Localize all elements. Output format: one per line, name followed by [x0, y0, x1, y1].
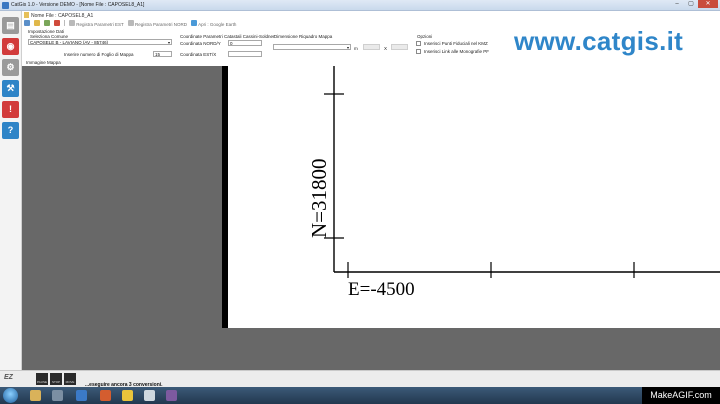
status-bar: EZ PAUSE STOP MOVE ...eseguire ancora 3 … [0, 370, 720, 388]
est-label: Coordinata EST/X [180, 52, 217, 57]
globe-icon: ◉ [6, 41, 15, 51]
sidebar-help-button[interactable]: ? [2, 122, 19, 139]
chevron-down-icon: ▾ [167, 40, 170, 45]
pause-button[interactable]: PAUSE [36, 373, 48, 385]
explorer-icon[interactable] [30, 390, 41, 401]
register-est-button[interactable]: Registra Parametri EST [69, 19, 124, 27]
firefox-icon[interactable] [100, 390, 111, 401]
save-icon[interactable] [44, 20, 50, 26]
nord-label: Coordinata NORD/Y [180, 41, 221, 46]
map-section-label: Immagine Mappa [26, 60, 61, 65]
map-image: N=31800 E=-4500 [228, 66, 720, 328]
settings-icon: ⚙ [6, 62, 15, 72]
app-icon[interactable] [52, 390, 63, 401]
sidebar-table-button[interactable]: ▤ [2, 17, 19, 34]
option-checkbox-kmz[interactable] [416, 41, 421, 46]
open-icon[interactable] [34, 20, 40, 26]
recorder-controls: PAUSE STOP MOVE [36, 373, 76, 385]
nord-value: 0 [230, 41, 233, 46]
sidebar-globe-button[interactable]: ◉ [2, 38, 19, 55]
new-icon[interactable] [24, 20, 30, 26]
tools-icon: ⚒ [6, 83, 15, 93]
sidebar-info-button[interactable]: ! [2, 101, 19, 118]
coords-section-label: Coordinate Parametri Catastali Cassini-S… [180, 34, 275, 39]
dimension-width-input[interactable] [363, 44, 380, 50]
brand-url: www.catgis.it [514, 26, 684, 56]
dimension-unit: m [354, 46, 358, 51]
option-label-kmz: Inserisci Punti Fiduciali nel KMZ [424, 41, 488, 46]
watermark: MakeAGIF.com [642, 387, 720, 404]
register-nord-label: Registra Parametri NORD [135, 21, 188, 27]
sidebar-tools-button[interactable]: ⚒ [2, 80, 19, 97]
comune-value: CAPOSELE B - LAVIANO (AV - 85746) [30, 40, 109, 45]
move-button[interactable]: MOVE [64, 373, 76, 385]
option-checkbox-monografie[interactable] [416, 49, 421, 54]
register-icon [69, 19, 75, 26]
minimize-button[interactable]: – [670, 0, 684, 8]
maximize-button[interactable]: ▢ [684, 0, 698, 8]
media-icon[interactable] [166, 390, 177, 401]
foglio-value: 15 [155, 52, 161, 57]
app-icon [2, 2, 9, 9]
options-section-label: Opzioni [417, 34, 433, 39]
chrome-icon[interactable] [122, 390, 133, 401]
help-icon: ? [7, 125, 14, 135]
document-icon [24, 12, 29, 18]
east-coordinate-label: E=-4500 [348, 279, 415, 300]
google-earth-label: Apri : Google Earth [198, 21, 237, 27]
dimension-section-label: Dimensione Riquadro Mappa [274, 34, 333, 39]
window-controls: – ▢ ✕ [670, 0, 718, 8]
dimension-height-input[interactable] [391, 44, 408, 50]
info-icon: ! [9, 104, 12, 114]
register-nord-button[interactable]: Registra Parametri NORD [127, 19, 188, 27]
file-title: Nome File : CAPOSEL8_A1 [24, 12, 93, 19]
google-earth-button[interactable]: Apri : Google Earth [191, 19, 237, 27]
window-titlebar: CatGis 1.0 - Versione DEMO - [Nome File … [0, 0, 720, 11]
delete-icon[interactable] [54, 20, 60, 26]
taskbar [0, 387, 720, 404]
map-drawing: N=31800 E=-4500 [307, 66, 720, 300]
option-label-monografie: Inserisci Link alle Monografie PF [424, 49, 490, 54]
dimension-separator: X [384, 46, 388, 51]
register-est-label: Registra Parametri EST [76, 21, 124, 27]
register-icon [127, 19, 134, 26]
window-title: CatGis 1.0 - Versione DEMO - [Nome File … [11, 2, 145, 8]
catgis-icon[interactable] [144, 390, 155, 401]
foglio-label: Inserire numero di Foglio di Mappa [64, 52, 134, 57]
start-button[interactable] [3, 388, 18, 403]
sidebar: ▤ ◉ ⚙ ⚒ ! ? [0, 11, 22, 370]
recorder-logo: EZ [4, 374, 13, 381]
nord-input[interactable]: 0 [228, 40, 262, 46]
north-coordinate-label: N=31800 [307, 158, 331, 238]
map-viewer[interactable]: N=31800 E=-4500 [22, 66, 720, 370]
close-button[interactable]: ✕ [698, 0, 718, 8]
earth-icon [191, 19, 198, 26]
browser-icon[interactable] [76, 390, 87, 401]
toolbar-separator [64, 20, 65, 26]
dimension-select[interactable]: ▾ [273, 44, 351, 50]
foglio-input[interactable]: 15 [153, 51, 172, 57]
chevron-down-icon: ▾ [346, 45, 349, 50]
stop-button[interactable]: STOP [50, 373, 62, 385]
est-input[interactable] [228, 51, 262, 57]
toolbar: Registra Parametri EST Registra Parametr… [24, 19, 236, 27]
sidebar-settings-button[interactable]: ⚙ [2, 59, 19, 76]
comune-select[interactable]: CAPOSELE B - LAVIANO (AV - 85746) ▾ [28, 39, 172, 45]
table-icon: ▤ [6, 20, 15, 30]
